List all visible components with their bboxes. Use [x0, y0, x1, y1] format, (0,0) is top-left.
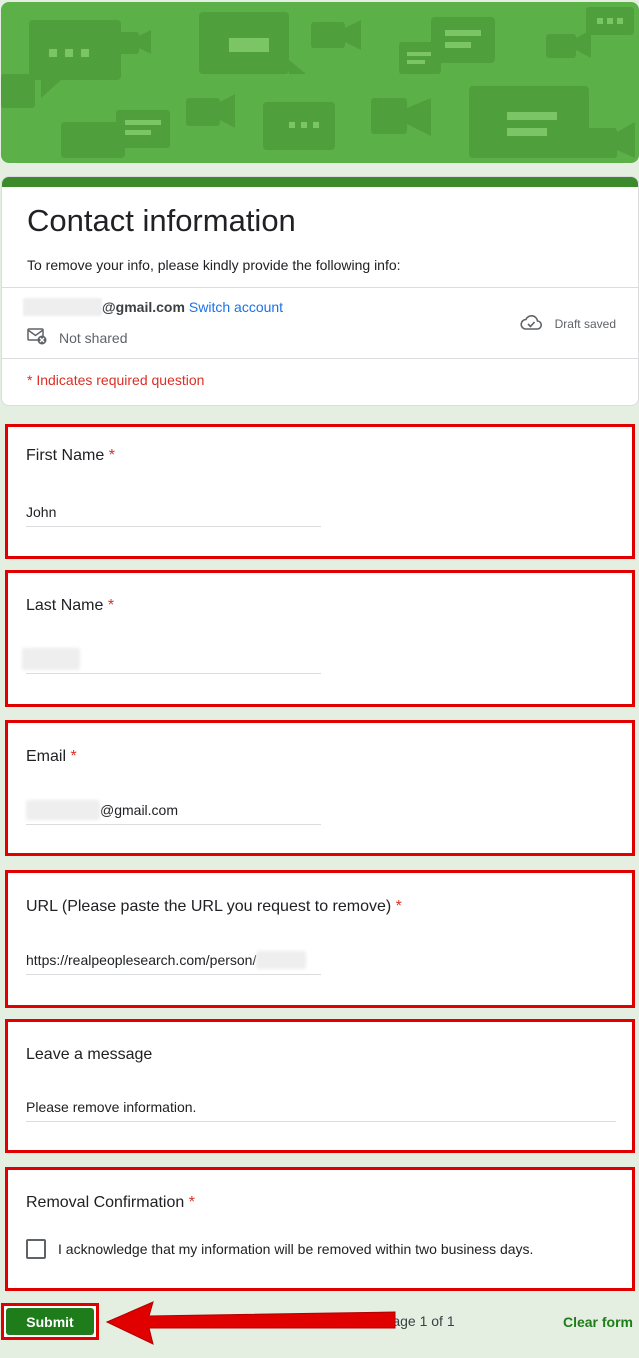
required-asterisk: *: [70, 748, 77, 765]
question-first-name: First Name * John: [5, 424, 635, 559]
question-title: Leave a message: [26, 1046, 153, 1063]
form-title: Contact information: [27, 203, 296, 238]
divider: [2, 287, 638, 288]
header-banner: [1, 2, 639, 163]
question-title: URL (Please paste the URL you request to…: [26, 898, 392, 915]
question-title: Email: [26, 748, 67, 765]
question-label: Removal Confirmation *: [26, 1194, 195, 1212]
url-input[interactable]: https://realpeoplesearch.com/person/: [26, 945, 321, 975]
submit-highlight: Submit: [1, 1303, 99, 1340]
question-label: First Name *: [26, 447, 115, 465]
confirmation-checkbox[interactable]: [26, 1239, 46, 1259]
question-label: URL (Please paste the URL you request to…: [26, 898, 402, 916]
form-description: To remove your info, please kindly provi…: [27, 257, 401, 273]
question-label: Last Name *: [26, 597, 114, 615]
question-removal-confirmation: Removal Confirmation * I acknowledge tha…: [5, 1167, 635, 1291]
cloud-check-icon: [519, 313, 543, 334]
input-value: John: [26, 503, 57, 520]
question-title: First Name: [26, 447, 105, 464]
email-input[interactable]: @gmail.com: [26, 795, 321, 825]
input-value: Please remove information.: [26, 1098, 197, 1115]
redacted-value: [256, 950, 307, 969]
account-row: @gmail.com Switch account: [23, 298, 283, 316]
clear-form-button[interactable]: Clear form: [563, 1314, 633, 1330]
required-asterisk: *: [107, 597, 115, 614]
input-value: https://realpeoplesearch.com/person/: [26, 951, 257, 968]
banner-decoration: [1, 7, 635, 158]
checkbox-label: I acknowledge that my information will b…: [58, 1241, 534, 1257]
draft-status: Draft saved: [519, 313, 616, 334]
required-note: * Indicates required question: [27, 372, 205, 388]
divider: [2, 358, 638, 359]
not-shared-label: Not shared: [59, 329, 128, 346]
message-input[interactable]: Please remove information.: [26, 1092, 616, 1122]
redacted-value: [26, 799, 100, 820]
required-asterisk: *: [395, 898, 402, 915]
first-name-input[interactable]: John: [26, 497, 321, 527]
question-title: Removal Confirmation: [26, 1194, 185, 1211]
submit-button[interactable]: Submit: [6, 1308, 94, 1335]
question-url: URL (Please paste the URL you request to…: [5, 870, 635, 1008]
question-message: Leave a message Please remove informatio…: [5, 1019, 635, 1153]
switch-account-link[interactable]: Switch account: [189, 299, 283, 315]
question-title: Last Name: [26, 597, 104, 614]
not-shared-row: Not shared: [27, 327, 127, 348]
input-value: @gmail.com: [100, 801, 179, 818]
red-arrow-annotation: [105, 1301, 396, 1345]
question-label: Leave a message: [26, 1046, 152, 1064]
account-email-suffix: @gmail.com: [102, 299, 185, 315]
last-name-input[interactable]: [22, 644, 321, 674]
redacted-value: [22, 647, 80, 670]
draft-saved-label: Draft saved: [554, 316, 616, 331]
question-last-name: Last Name *: [5, 570, 635, 707]
mail-not-shared-icon: [27, 327, 47, 348]
confirmation-option[interactable]: I acknowledge that my information will b…: [26, 1239, 533, 1259]
redacted-email: [23, 298, 102, 316]
accent-bar: [2, 177, 638, 187]
form-header-card: Contact information To remove your info,…: [1, 176, 639, 406]
required-asterisk: *: [188, 1194, 195, 1211]
question-label: Email *: [26, 748, 77, 766]
required-asterisk: *: [108, 447, 115, 464]
question-email: Email * @gmail.com: [5, 720, 635, 856]
